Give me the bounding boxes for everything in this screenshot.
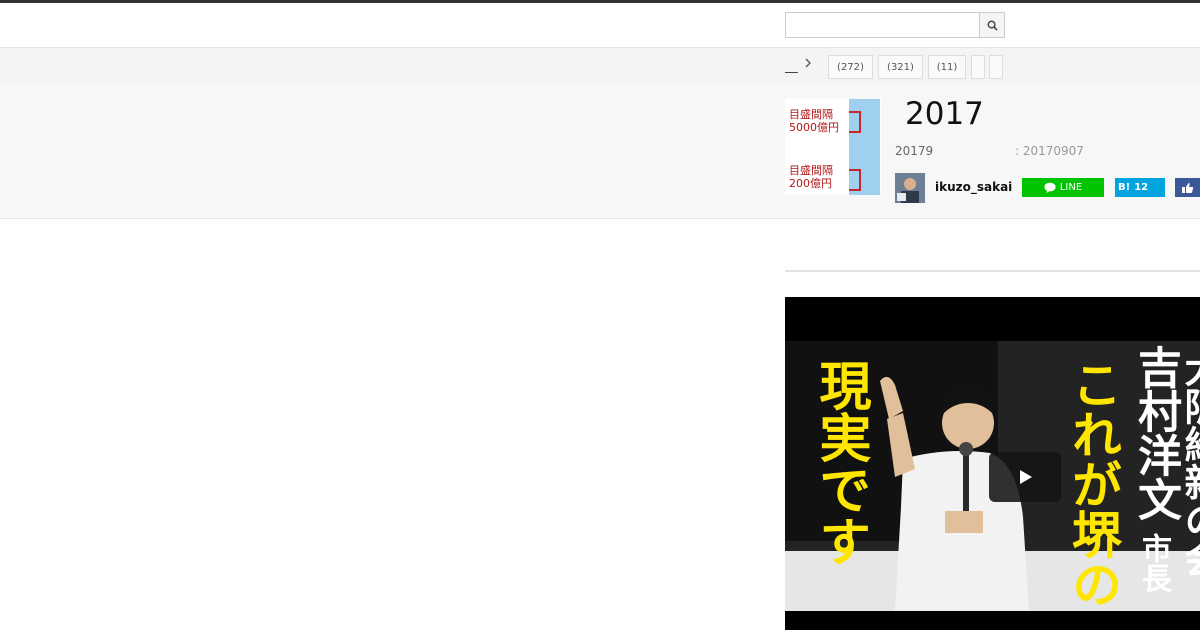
top-border	[0, 0, 1200, 3]
category-chip[interactable]	[971, 55, 985, 79]
line-share-label: LINE	[1059, 182, 1083, 193]
video-player[interactable]: 現実です これが堺の 吉村洋文 市長 大阪維新の会	[785, 297, 1200, 630]
video-caption-title: 市長	[1136, 533, 1171, 593]
search-input[interactable]	[785, 12, 981, 38]
search-button[interactable]	[979, 12, 1005, 38]
thumbnail-text: 目盛間隔	[789, 108, 833, 121]
thumbs-up-icon	[1182, 182, 1194, 193]
video-caption-left: 現実です	[810, 359, 870, 567]
hatena-count: 12	[1134, 182, 1149, 193]
hatena-icon: B!	[1118, 182, 1131, 193]
line-icon	[1044, 182, 1056, 193]
search-box	[785, 12, 1005, 38]
thumbnail-bracket	[849, 169, 861, 191]
breadcrumb-underline	[785, 72, 798, 73]
author-name[interactable]: ikuzo_sakai	[935, 180, 1012, 194]
video-caption-middle: これが堺の	[1064, 359, 1122, 609]
category-chip[interactable]: (11)	[928, 55, 966, 79]
category-nav: (272) (321) (11)	[0, 47, 1200, 86]
avatar[interactable]	[895, 173, 925, 203]
video-caption-right: 大阪維新の会	[1178, 349, 1200, 577]
chevron-right-icon	[804, 57, 812, 73]
category-chip-label: (272)	[837, 61, 864, 73]
publish-date: 20179	[895, 144, 934, 158]
section-divider	[785, 270, 1200, 272]
thumbnail-text: 目盛間隔	[789, 164, 833, 177]
thumbnail-text: 5000億円	[789, 121, 839, 134]
facebook-like-button[interactable]	[1175, 178, 1200, 197]
play-button[interactable]	[989, 452, 1061, 502]
play-icon	[1020, 470, 1032, 484]
article-title: 2017	[905, 96, 984, 132]
category-chip-label: (11)	[936, 61, 958, 73]
search-icon	[987, 20, 998, 31]
category-chip[interactable]: (321)	[878, 55, 923, 79]
hatena-bookmark-button[interactable]: B! 12	[1115, 178, 1165, 197]
category-chip[interactable]	[989, 55, 1003, 79]
category-chip-label: (321)	[887, 61, 914, 73]
thumbnail-text: 200億円	[789, 177, 832, 190]
line-share-button[interactable]: LINE	[1022, 178, 1104, 197]
thumbnail-bracket	[849, 111, 861, 133]
updated-date: : 20170907	[1015, 144, 1084, 158]
article-thumbnail[interactable]: 目盛間隔 5000億円 目盛間隔 200億円	[785, 99, 881, 195]
category-chip[interactable]: (272)	[828, 55, 873, 79]
